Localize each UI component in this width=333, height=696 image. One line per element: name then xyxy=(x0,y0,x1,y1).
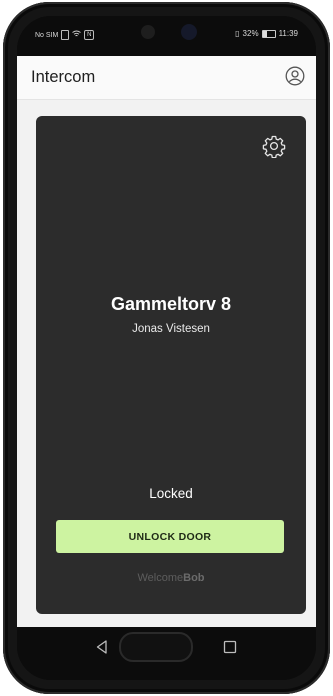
sim-icon xyxy=(61,30,70,40)
hardware-home-key[interactable] xyxy=(119,632,193,662)
battery-icon xyxy=(261,29,276,38)
battery-percent: 32% xyxy=(242,29,259,38)
status-left: No SIM N xyxy=(35,30,95,40)
phone-frame: No SIM N ▯ 32% 11:39 Intercom Gammeltorv… xyxy=(3,2,330,694)
triangle-back-icon[interactable] xyxy=(94,639,110,655)
account-circle-icon[interactable] xyxy=(285,66,305,86)
carrier-label: No SIM xyxy=(35,31,59,39)
brand-suffix: Bob xyxy=(183,572,205,584)
clock: 11:39 xyxy=(278,29,298,38)
brand-prefix: Welcome xyxy=(137,572,184,584)
wifi-icon xyxy=(72,30,82,40)
phone-screen-area: No SIM N ▯ 32% 11:39 Intercom Gammeltorv… xyxy=(17,16,316,680)
brand-logo: WelcomeBob xyxy=(36,572,306,584)
vibrate-icon: ▯ xyxy=(235,29,240,38)
front-camera-icon xyxy=(181,24,197,40)
square-recents-icon[interactable] xyxy=(222,639,238,655)
page-title: Intercom xyxy=(31,68,96,86)
gear-icon[interactable] xyxy=(262,134,286,158)
nfc-icon: N xyxy=(84,30,95,40)
lock-status: Locked xyxy=(149,486,193,501)
unlock-door-button[interactable]: UNLOCK DOOR xyxy=(56,520,284,553)
location-name: Gammeltorv 8 xyxy=(110,294,232,314)
status-bar: No SIM N ▯ 32% 11:39 xyxy=(17,16,316,56)
owner-name: Jonas Vistesen xyxy=(132,323,210,335)
sensor-icon xyxy=(141,25,155,39)
door-card: Gammeltorv 8 Jonas Vistesen Locked UNLOC… xyxy=(36,116,306,614)
app-bar: Intercom xyxy=(17,56,316,100)
app-screen: Intercom Gammeltorv 8 Jonas Vistesen Loc… xyxy=(17,56,316,627)
status-right: ▯ 32% 11:39 xyxy=(235,29,298,38)
